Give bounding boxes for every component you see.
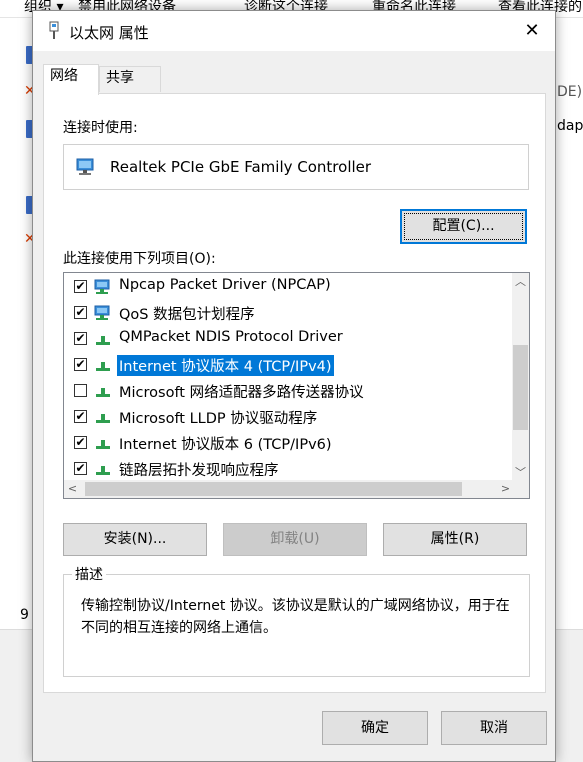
cancel-button-label: 取消 (480, 720, 508, 736)
list-item-ipv4[interactable]: ✔ Internet 协议版本 4 (TCP/IPv4) (64, 352, 509, 378)
item-checkbox[interactable]: ✔ (74, 306, 87, 319)
network-client-icon (94, 305, 110, 320)
tab-label: 网络 (50, 68, 78, 84)
connect-using-label: 连接时使用: (63, 120, 138, 136)
list-item-qos[interactable]: ✔ QoS 数据包计划程序 (64, 300, 509, 326)
item-label: Microsoft LLDP 协议驱动程序 (119, 411, 318, 427)
network-client-icon (94, 279, 110, 294)
protocol-icon (96, 466, 110, 475)
cancel-button[interactable]: 取消 (441, 711, 547, 745)
list-item-npcap[interactable]: ✔ Npcap Packet Driver (NPCAP) (64, 274, 509, 300)
vertical-scrollbar[interactable]: ︿ ﹀ (512, 273, 529, 481)
item-checkbox[interactable]: ✔ (74, 462, 87, 475)
item-label: 链路层拓扑发现响应程序 (119, 463, 279, 479)
scroll-down-icon[interactable]: ﹀ (512, 464, 529, 481)
item-label: Internet 协议版本 4 (TCP/IPv4) (117, 355, 334, 376)
background-side-text: DE) (557, 84, 583, 100)
items-label: 此连接使用下列项目(O): (63, 251, 216, 267)
scroll-up-icon[interactable]: ︿ (512, 273, 529, 290)
list-item-lldp[interactable]: ✔ Microsoft LLDP 协议驱动程序 (64, 404, 509, 430)
network-cable-icon (49, 21, 59, 39)
item-checkbox[interactable]: ✔ (74, 358, 87, 371)
properties-button-label: 属性(R) (430, 531, 480, 547)
network-adapter-icon (76, 158, 94, 175)
network-tab-panel: 连接时使用: Realtek PCIe GbE Family Controlle… (43, 93, 546, 693)
item-checkbox[interactable]: ✔ (74, 332, 87, 345)
close-icon: ✕ (524, 20, 540, 41)
adapter-name: Realtek PCIe GbE Family Controller (110, 158, 372, 176)
protocol-icon (96, 336, 110, 345)
item-label: Internet 协议版本 6 (TCP/IPv6) (119, 437, 332, 453)
item-label: QMPacket NDIS Protocol Driver (119, 329, 343, 345)
configure-button[interactable]: 配置(C)... (400, 209, 527, 244)
list-item-ipv6[interactable]: ✔ Internet 协议版本 6 (TCP/IPv6) (64, 430, 509, 456)
tab-network[interactable]: 网络 (43, 64, 99, 95)
install-button-label: 安装(N)... (103, 531, 167, 547)
item-label: QoS 数据包计划程序 (119, 307, 255, 323)
item-checkbox[interactable]: ✔ (74, 410, 87, 423)
uninstall-button-label: 卸载(U) (270, 531, 320, 547)
title-bar[interactable]: 以太网 属性 ✕ (33, 11, 555, 51)
description-group: 描述 传输控制协议/Internet 协议。该协议是默认的广域网络协议，用于在不… (63, 564, 530, 677)
install-button[interactable]: 安装(N)... (63, 523, 207, 556)
items-list[interactable]: ✔ Npcap Packet Driver (NPCAP) ✔ QoS 数据包计… (63, 272, 530, 499)
protocol-icon (96, 414, 110, 423)
item-label: Microsoft 网络适配器多路传送器协议 (119, 385, 364, 401)
horizontal-scrollbar[interactable]: < > (64, 480, 514, 498)
list-item-multiplexor[interactable]: Microsoft 网络适配器多路传送器协议 (64, 378, 509, 404)
description-text: 传输控制协议/Internet 协议。该协议是默认的广域网络协议，用于在不同的相… (81, 598, 510, 636)
item-count-text: 9 (20, 607, 29, 623)
tab-label: 共享 (106, 70, 134, 86)
uninstall-button[interactable]: 卸载(U) (223, 523, 367, 556)
ethernet-properties-dialog: 以太网 属性 ✕ 网络 共享 连接时使用: Realtek PCIe GbE F… (32, 10, 556, 762)
protocol-icon (96, 440, 110, 449)
background-side-text: dapt (557, 118, 583, 134)
protocol-icon (96, 362, 110, 371)
close-button[interactable]: ✕ (509, 11, 555, 51)
properties-button[interactable]: 属性(R) (383, 523, 527, 556)
ok-button-label: 确定 (361, 720, 389, 736)
ok-button[interactable]: 确定 (322, 711, 428, 745)
item-checkbox[interactable]: ✔ (74, 280, 87, 293)
dialog-title: 以太网 属性 (69, 24, 149, 42)
protocol-icon (96, 388, 110, 397)
adapter-box: Realtek PCIe GbE Family Controller (63, 144, 529, 190)
list-item-lltd[interactable]: ✔ 链路层拓扑发现响应程序 (64, 456, 509, 482)
scroll-corner (512, 480, 529, 498)
item-label: Npcap Packet Driver (NPCAP) (119, 277, 331, 293)
list-item-qmpacket[interactable]: ✔ QMPacket NDIS Protocol Driver (64, 326, 509, 352)
item-checkbox[interactable] (74, 384, 87, 397)
tab-sharing[interactable]: 共享 (99, 66, 161, 92)
vertical-scroll-thumb[interactable] (513, 345, 528, 430)
horizontal-scroll-thumb[interactable] (85, 482, 462, 496)
item-checkbox[interactable]: ✔ (74, 436, 87, 449)
description-legend: 描述 (72, 564, 106, 584)
scroll-left-icon[interactable]: < (64, 480, 81, 498)
